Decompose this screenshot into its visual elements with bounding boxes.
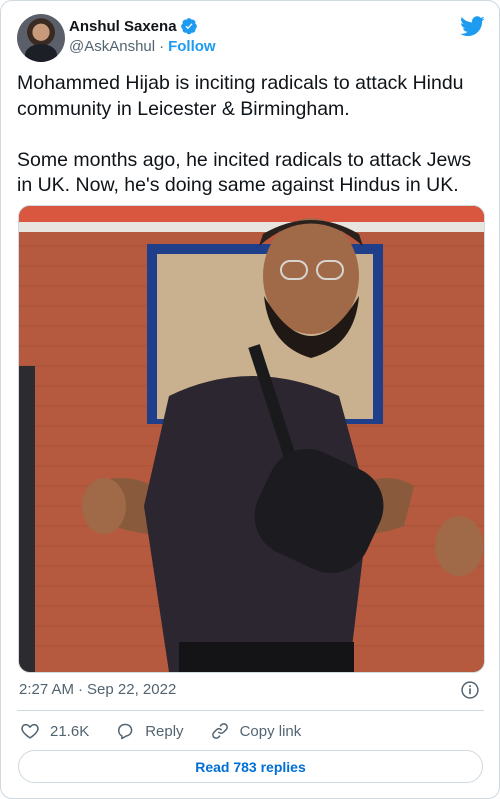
reply-bubble-icon bbox=[118, 723, 133, 740]
action-bar: 21.6K Reply Copy link bbox=[20, 719, 327, 743]
tweet-header: Anshul Saxena @AskAnshul · Follow bbox=[17, 14, 485, 62]
tweet-media-photo[interactable] bbox=[18, 205, 485, 673]
verified-badge-icon bbox=[180, 18, 197, 35]
reply-label: Reply bbox=[145, 722, 184, 740]
link-icon bbox=[211, 723, 228, 739]
info-icon[interactable] bbox=[460, 680, 480, 700]
tweet-text: Mohammed Hijab is inciting radicals to a… bbox=[17, 72, 472, 196]
reply-button[interactable]: Reply bbox=[115, 721, 184, 741]
like-count: 21.6K bbox=[50, 722, 90, 740]
copy-link-label: Copy link bbox=[239, 722, 302, 740]
photo-illustration bbox=[19, 206, 484, 672]
heart-icon bbox=[21, 723, 39, 739]
follow-button[interactable]: Follow bbox=[168, 38, 216, 55]
copy-link-button[interactable]: Copy link bbox=[210, 721, 302, 741]
like-button[interactable]: 21.6K bbox=[20, 721, 89, 741]
display-name[interactable]: Anshul Saxena bbox=[69, 18, 177, 35]
divider bbox=[17, 710, 484, 711]
read-replies-button[interactable]: Read 783 replies bbox=[18, 750, 483, 783]
handle[interactable]: @AskAnshul bbox=[69, 38, 155, 55]
tweet-date: Sep 22, 2022 bbox=[87, 681, 177, 698]
separator-dot: · bbox=[159, 38, 165, 55]
avatar[interactable] bbox=[17, 14, 65, 62]
date-separator: · bbox=[78, 681, 84, 698]
tweet-time: 2:27 AM bbox=[19, 681, 75, 698]
twitter-bird-icon[interactable] bbox=[460, 16, 485, 37]
tweet-timestamp[interactable]: 2:27 AM · Sep 22, 2022 bbox=[19, 681, 176, 698]
tweet-card: Anshul Saxena @AskAnshul · Follow Mohamm… bbox=[0, 0, 500, 799]
handle-row: @AskAnshul · Follow bbox=[69, 38, 216, 55]
name-row: Anshul Saxena bbox=[69, 16, 198, 36]
